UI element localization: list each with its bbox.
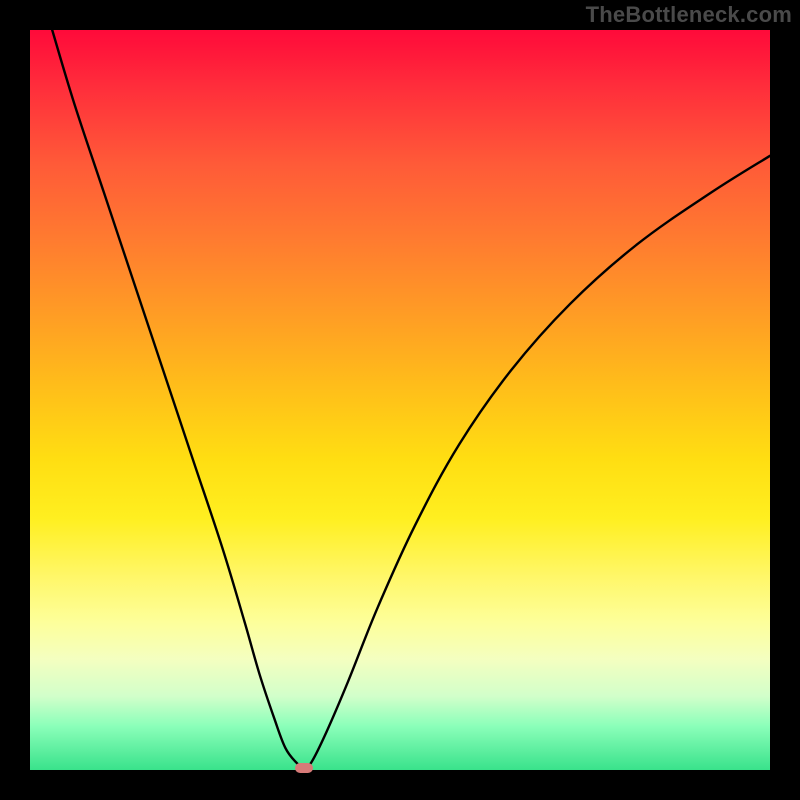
curve-svg (30, 30, 770, 770)
plot-area (30, 30, 770, 770)
minimum-marker (295, 763, 313, 773)
bottleneck-curve-path (52, 30, 770, 768)
chart-frame: TheBottleneck.com (0, 0, 800, 800)
watermark-text: TheBottleneck.com (586, 2, 792, 28)
